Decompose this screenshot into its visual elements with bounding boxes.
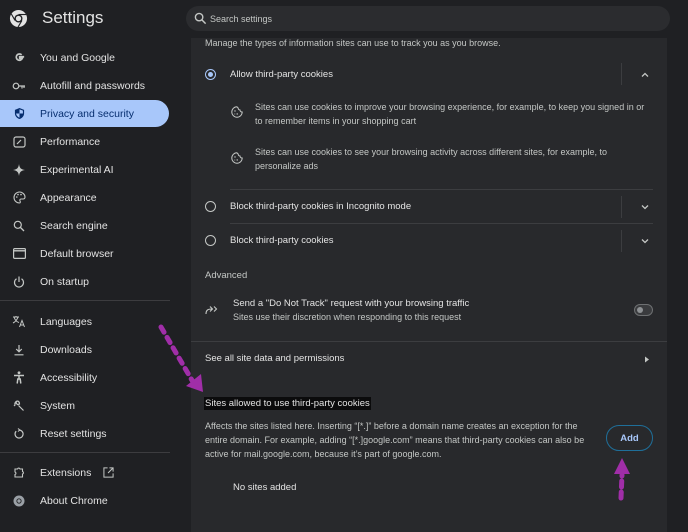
accessibility-icon	[12, 371, 26, 385]
sidebar-item-languages[interactable]: Languages	[0, 308, 169, 335]
sidebar-item-label: Performance	[40, 135, 101, 148]
divider	[230, 223, 653, 224]
sidebar-item-label: Extensions	[40, 466, 92, 479]
forward-arrows-icon	[205, 306, 218, 315]
speedometer-icon	[12, 135, 26, 149]
sidebar-item-label: Downloads	[40, 343, 92, 356]
cookie-icon	[231, 152, 243, 164]
puzzle-icon	[12, 466, 26, 480]
sidebar-item-label: On startup	[40, 275, 90, 288]
sidebar-item-label: You and Google	[40, 51, 115, 64]
power-icon	[12, 275, 26, 289]
sidebar-item-you-and-google[interactable]: You and Google	[0, 44, 169, 71]
arrow-right-icon	[645, 356, 649, 363]
sidebar-item-performance[interactable]: Performance	[0, 128, 169, 155]
header: Settings	[0, 0, 688, 38]
divider	[230, 189, 653, 190]
sidebar-item-label: Autofill and passwords	[40, 79, 146, 92]
sidebar-item-label: Appearance	[40, 191, 97, 204]
separator	[621, 63, 622, 85]
sidebar-item-downloads[interactable]: Downloads	[0, 336, 169, 363]
dnt-toggle[interactable]	[634, 304, 653, 316]
sidebar-item-search-engine[interactable]: Search engine	[0, 212, 169, 239]
separator	[621, 196, 622, 218]
sidebar: You and Google Autofill and passwords Pr…	[0, 38, 180, 532]
chevron-down-icon[interactable]	[640, 202, 650, 212]
cookie-detail-text: Sites can use cookies to improve your br…	[255, 102, 645, 126]
separator	[621, 230, 622, 252]
sidebar-item-label: Reset settings	[40, 427, 107, 440]
sidebar-item-label: About Chrome	[40, 494, 108, 507]
sidebar-item-privacy-and-security[interactable]: Privacy and security	[0, 100, 169, 127]
radio-block-third-party[interactable]	[205, 235, 216, 246]
dnt-title: Send a "Do Not Track" request with your …	[233, 298, 470, 309]
sidebar-item-label: Experimental AI	[40, 163, 114, 176]
sidebar-item-about-chrome[interactable]: About Chrome	[0, 487, 169, 514]
search-box[interactable]	[186, 6, 670, 31]
dnt-subtitle: Sites use their discretion when respondi…	[233, 312, 462, 322]
sidebar-item-autofill[interactable]: Autofill and passwords	[0, 72, 169, 99]
sidebar-item-reset-settings[interactable]: Reset settings	[0, 420, 169, 447]
chevron-down-icon[interactable]	[640, 236, 650, 246]
search-icon	[12, 219, 26, 233]
sidebar-item-label: Privacy and security	[40, 107, 134, 120]
cookie-detail-text: Sites can use cookies to see your browsi…	[255, 147, 607, 171]
sidebar-divider	[0, 300, 170, 301]
sidebar-item-accessibility[interactable]: Accessibility	[0, 364, 169, 391]
wrench-icon	[12, 399, 26, 413]
scrollbar-track[interactable]	[667, 38, 688, 532]
cookie-icon	[231, 106, 243, 118]
sidebar-item-on-startup[interactable]: On startup	[0, 268, 169, 295]
app-title: Settings	[42, 8, 104, 27]
chevron-up-icon[interactable]	[640, 70, 650, 80]
sidebar-item-label: Accessibility	[40, 371, 98, 384]
chrome-logo-icon	[9, 9, 28, 28]
no-sites-text: No sites added	[233, 482, 297, 493]
radio-allow-third-party-cookies[interactable]	[205, 69, 216, 80]
option-label: Block third-party cookies	[230, 235, 334, 246]
allowed-sites-title: Sites allowed to use third-party cookies	[204, 397, 371, 410]
chrome-icon	[12, 494, 26, 508]
translate-icon	[12, 315, 26, 329]
see-all-label: See all site data and permissions	[205, 353, 345, 364]
sidebar-item-extensions[interactable]: Extensions	[0, 459, 169, 486]
sidebar-item-label: Default browser	[40, 247, 114, 260]
allowed-sites-description: Affects the sites listed here. Inserting…	[205, 421, 585, 459]
key-icon	[12, 79, 26, 93]
sidebar-item-label: System	[40, 399, 76, 412]
add-site-button[interactable]: Add	[606, 425, 653, 451]
reset-icon	[12, 427, 26, 441]
see-all-site-data-row[interactable]: See all site data and permissions	[191, 342, 667, 375]
external-link-icon	[103, 467, 114, 478]
sidebar-item-system[interactable]: System	[0, 392, 169, 419]
radio-block-incognito[interactable]	[205, 201, 216, 212]
browser-window-icon	[12, 247, 26, 261]
search-icon	[194, 12, 207, 25]
option-label: Block third-party cookies in Incognito m…	[230, 201, 412, 212]
download-icon	[12, 343, 26, 357]
advanced-heading: Advanced	[205, 270, 248, 281]
palette-icon	[12, 191, 26, 205]
intro-text: Manage the types of information sites ca…	[205, 38, 501, 48]
shield-icon	[12, 107, 26, 121]
sidebar-item-appearance[interactable]: Appearance	[0, 184, 169, 211]
sidebar-item-default-browser[interactable]: Default browser	[0, 240, 169, 267]
sidebar-divider	[0, 452, 170, 453]
sparkle-icon	[12, 163, 26, 177]
sidebar-item-label: Languages	[40, 315, 92, 328]
cookies-settings-card: Manage the types of information sites ca…	[191, 38, 667, 532]
option-label: Allow third-party cookies	[230, 69, 333, 80]
sidebar-item-experimental-ai[interactable]: Experimental AI	[0, 156, 169, 183]
sidebar-item-label: Search engine	[40, 219, 108, 232]
search-input[interactable]	[210, 6, 650, 31]
google-g-icon	[12, 51, 26, 65]
